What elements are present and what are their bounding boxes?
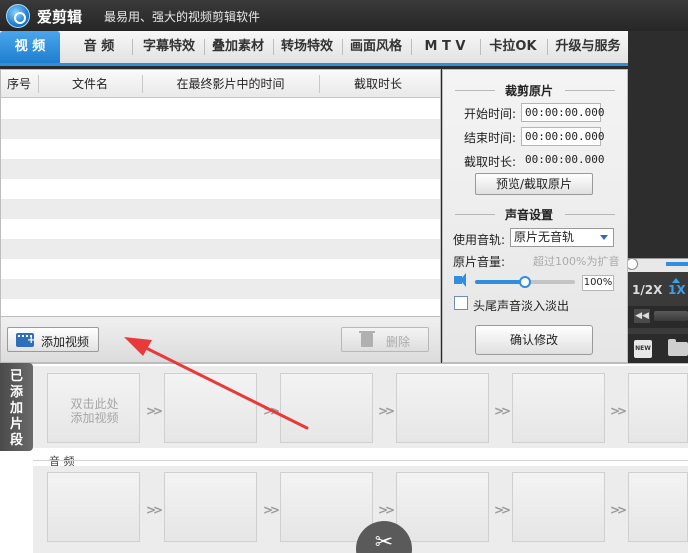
delete-button[interactable]: 删除 (341, 327, 429, 352)
section-divider (565, 90, 615, 91)
empty-clip-hint-line2: 添加视频 (70, 411, 119, 425)
clip-transition-arrow-icon: >> (610, 503, 627, 517)
volume-slider-fill (475, 280, 525, 284)
volume-slider-handle[interactable] (519, 276, 531, 288)
chevron-down-icon[interactable] (600, 235, 608, 240)
audio-clip-slot[interactable] (628, 472, 688, 542)
fade-in-out-label: 头尾声音淡入淡出 (473, 299, 570, 313)
clip-transition-arrow-icon: >> (263, 503, 280, 517)
preview-screen (628, 31, 688, 261)
main-tab-bar: 视 频 音 频 字幕特效 叠加素材 转场特效 画面风格 M T V 卡拉OK 升… (0, 31, 628, 66)
audio-track-label: 使用音轨: (453, 233, 506, 247)
audio-track-select[interactable]: 原片无音轨 (510, 228, 614, 247)
app-slogan: 最易用、强大的视频剪辑软件 (104, 10, 261, 24)
volume-hint: 超过100%为扩音 (533, 255, 620, 268)
added-clips-tab-label: 已添加片段 (9, 369, 23, 448)
clip-transition-arrow-icon: >> (146, 404, 163, 418)
volume-label: 原片音量: (453, 255, 506, 269)
table-row[interactable] (1, 299, 440, 316)
clip-duration-value: 00:00:00.000 (525, 153, 605, 166)
speaker-icon (454, 273, 466, 287)
app-name: 爱剪辑 (37, 8, 83, 26)
table-row[interactable] (1, 279, 440, 299)
column-header-index: 序号 (6, 77, 31, 91)
table-row[interactable] (1, 159, 440, 179)
delete-label: 删除 (386, 335, 411, 349)
clip-slot[interactable] (628, 373, 688, 443)
table-row[interactable] (1, 179, 440, 199)
audio-clip-slot[interactable] (512, 472, 605, 542)
tab-separator (132, 39, 133, 55)
fade-in-out-checkbox[interactable] (454, 296, 468, 310)
table-row[interactable] (1, 239, 440, 259)
tab-transition-effects[interactable]: 转场特效 (274, 31, 340, 63)
clip-slot[interactable] (396, 373, 489, 443)
clip-transition-arrow-icon: >> (146, 503, 163, 517)
clip-transition-arrow-icon: >> (494, 404, 511, 418)
empty-clip-slot[interactable]: 双击此处 添加视频 (47, 373, 140, 443)
trash-icon (359, 331, 375, 347)
clip-section-title: 裁剪原片 (505, 84, 554, 98)
preview-clip-button[interactable]: 预览/截取原片 (475, 173, 593, 195)
clip-transition-arrow-icon: >> (378, 404, 395, 418)
clip-slot[interactable] (280, 373, 373, 443)
table-row[interactable] (1, 119, 440, 139)
section-divider (455, 90, 495, 91)
table-row[interactable] (1, 139, 440, 159)
end-time-input[interactable]: 00:00:00.000 (521, 127, 604, 146)
column-header-clip-duration: 截取时长 (353, 77, 402, 91)
start-time-input[interactable]: 00:00:00.000 (521, 103, 604, 122)
rewind-icon[interactable]: ◀◀ (634, 309, 650, 323)
app-logo-icon (6, 4, 30, 28)
audio-clip-slot[interactable] (47, 472, 140, 542)
end-time-label: 结束时间: (464, 131, 517, 145)
table-row[interactable] (1, 219, 440, 239)
confirm-changes-button[interactable]: 确认修改 (475, 325, 593, 355)
clip-transition-arrow-icon: >> (494, 503, 511, 517)
clip-transition-arrow-icon: >> (263, 404, 280, 418)
tab-audio[interactable]: 音 频 (70, 31, 128, 63)
section-divider (565, 214, 615, 215)
sound-section-title: 声音设置 (505, 208, 554, 222)
new-project-icon[interactable]: NEW (634, 340, 652, 358)
table-header: 序号 文件名 在最终影片中的时间 截取时长 (1, 70, 440, 98)
clip-duration-label: 截取时长: (464, 155, 517, 169)
add-video-button[interactable]: 添加视频 (7, 327, 99, 352)
start-time-label: 开始时间: (464, 107, 517, 121)
add-film-icon (16, 333, 35, 347)
tab-overlay-materials[interactable]: 叠加素材 (205, 31, 271, 63)
speed-normal-button[interactable]: 1X (668, 283, 686, 297)
volume-value-input[interactable]: 100% (582, 275, 614, 291)
audio-track-divider (33, 460, 688, 461)
tab-mtv[interactable]: M T V (412, 31, 478, 63)
clip-slot[interactable] (164, 373, 257, 443)
clip-transition-arrow-icon: >> (378, 503, 395, 517)
seek-track[interactable] (654, 311, 688, 321)
section-divider (455, 214, 495, 215)
table-row[interactable] (1, 199, 440, 219)
tab-karaoke[interactable]: 卡拉OK (481, 31, 545, 63)
audio-clip-slot[interactable] (280, 472, 373, 542)
audio-clip-slot[interactable] (396, 472, 489, 542)
audio-clip-slot[interactable] (164, 472, 257, 542)
open-folder-icon[interactable] (668, 339, 688, 356)
video-list-table: 序号 文件名 在最终影片中的时间 截取时长 (0, 69, 441, 317)
empty-clip-hint-line1: 双击此处 (70, 397, 119, 411)
table-row[interactable] (1, 99, 440, 119)
tab-video[interactable]: 视 频 (0, 31, 60, 63)
column-header-timeline-time: 在最终影片中的时间 (176, 77, 285, 91)
clip-slot[interactable] (512, 373, 605, 443)
column-header-filename: 文件名 (71, 77, 108, 91)
add-video-label: 添加视频 (41, 335, 90, 349)
tab-subtitle-effects[interactable]: 字幕特效 (136, 31, 202, 63)
tab-picture-style[interactable]: 画面风格 (343, 31, 409, 63)
table-row[interactable] (1, 259, 440, 279)
empty-clip-hint: 双击此处 添加视频 (48, 397, 141, 425)
added-clips-tab[interactable]: 已添加片段 (0, 363, 33, 451)
speed-half-button[interactable]: 1/2X (632, 283, 662, 297)
title-bar: 爱剪辑 最易用、强大的视频剪辑软件 (0, 0, 688, 31)
preview-progress-fill (666, 262, 688, 266)
clip-transition-arrow-icon: >> (610, 404, 627, 418)
tab-upgrade-service[interactable]: 升级与服务 (548, 31, 628, 63)
